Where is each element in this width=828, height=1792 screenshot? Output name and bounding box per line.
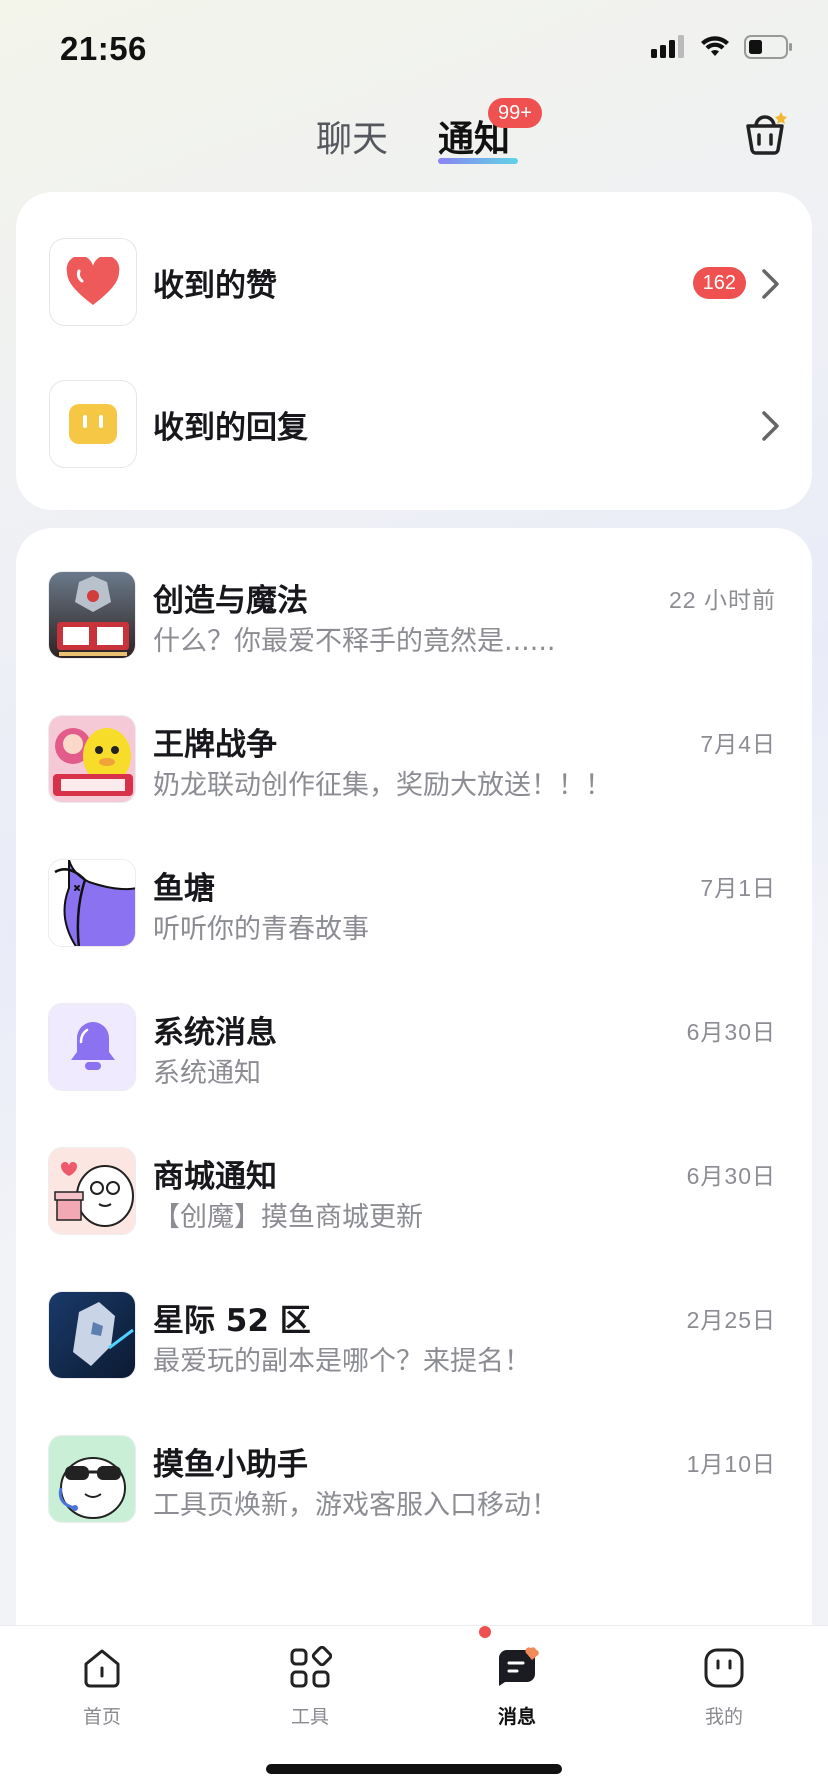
message-time: 2月25日	[686, 1307, 776, 1333]
reply-bubble-icon	[49, 380, 137, 468]
message-title: 摸鱼小助手	[153, 1447, 308, 1483]
nav-home[interactable]: 首页	[42, 1646, 162, 1729]
likes-count-badge: 162	[692, 267, 746, 299]
status-time: 21:56	[60, 30, 147, 67]
creation-magic-game-icon	[48, 571, 136, 659]
message-item-assistant[interactable]: 摸鱼小助手 工具页焕新，游戏客服入口移动！ 1月10日	[16, 1435, 812, 1531]
message-time: 7月1日	[700, 875, 776, 901]
nav-profile[interactable]: 我的	[664, 1646, 784, 1729]
message-preview: 【创魔】摸鱼商城更新	[153, 1202, 423, 1233]
message-time: 6月30日	[686, 1163, 776, 1189]
message-preview: 最爱玩的副本是哪个？来提名！	[153, 1346, 531, 1377]
fish-pond-icon	[48, 859, 136, 947]
nav-profile-label: 我的	[704, 1706, 743, 1728]
message-item-mall[interactable]: 商城通知 【创魔】摸鱼商城更新 6月30日	[16, 1147, 812, 1243]
bell-icon	[48, 1003, 136, 1091]
assistant-mascot-icon	[48, 1435, 136, 1523]
chevron-right-icon	[762, 269, 779, 299]
signal-icon	[651, 35, 684, 58]
message-item-system[interactable]: 系统消息 系统通知 6月30日	[16, 1003, 812, 1099]
message-time: 1月10日	[686, 1451, 776, 1477]
battery-icon	[744, 35, 792, 59]
ace-war-game-icon	[48, 715, 136, 803]
message-title: 系统消息	[153, 1015, 277, 1051]
message-preview: 听听你的青春故事	[153, 914, 369, 945]
heart-icon	[49, 238, 137, 326]
nav-tools[interactable]: 工具	[250, 1646, 370, 1729]
shop-basket-icon[interactable]	[740, 108, 790, 158]
nav-home-label: 首页	[82, 1706, 121, 1728]
profile-icon	[704, 1648, 744, 1688]
message-item-star-zone[interactable]: 星际 52 区 最爱玩的副本是哪个？来提名！ 2月25日	[16, 1291, 812, 1387]
message-title: 创造与魔法	[153, 583, 308, 619]
nav-messages[interactable]: 消息	[457, 1646, 577, 1729]
tab-active-underline	[438, 158, 518, 164]
message-title: 王牌战争	[153, 727, 277, 763]
message-title: 商城通知	[153, 1159, 277, 1195]
message-preview: 什么？你最爱不释手的竟然是......	[153, 626, 556, 657]
message-time: 22 小时前	[669, 587, 776, 613]
status-bar: 21:56	[0, 0, 828, 100]
top-nav: 聊天 通知 99+	[0, 96, 828, 176]
wifi-icon	[701, 36, 729, 56]
message-preview: 工具页焕新，游戏客服入口移动！	[153, 1490, 558, 1521]
home-icon	[84, 1649, 120, 1688]
tools-grid-icon	[290, 1646, 332, 1688]
chevron-right-icon	[762, 411, 779, 441]
likes-row[interactable]: 收到的赞 162	[16, 238, 812, 328]
message-icon	[499, 1647, 539, 1686]
message-preview: 奶龙联动创作征集，奖励大放送！！！	[153, 770, 612, 801]
unread-dot	[479, 1626, 491, 1638]
message-time: 6月30日	[686, 1019, 776, 1045]
message-item-fish-pond[interactable]: 鱼塘 听听你的青春故事 7月1日	[16, 859, 812, 955]
message-item-creation-magic[interactable]: 创造与魔法 什么？你最爱不释手的竟然是...... 22 小时前	[16, 571, 812, 667]
message-item-ace-war[interactable]: 王牌战争 奶龙联动创作征集，奖励大放送！！！ 7月4日	[16, 715, 812, 811]
message-preview: 系统通知	[153, 1058, 261, 1089]
star-zone-game-icon	[48, 1291, 136, 1379]
nav-messages-label: 消息	[497, 1706, 536, 1728]
status-icons	[650, 34, 794, 60]
mascot-gift-icon	[48, 1147, 136, 1235]
interaction-card: 收到的赞 162 收到的回复	[16, 192, 812, 510]
replies-label: 收到的回复	[153, 410, 308, 446]
message-title: 星际 52 区	[153, 1303, 311, 1339]
tab-chat[interactable]: 聊天	[316, 110, 388, 162]
message-list: 创造与魔法 什么？你最爱不释手的竟然是...... 22 小时前 王牌战争 奶龙…	[16, 528, 812, 1792]
likes-label: 收到的赞	[153, 268, 277, 304]
message-time: 7月4日	[700, 731, 776, 757]
replies-row[interactable]: 收到的回复	[16, 380, 812, 470]
home-indicator	[266, 1764, 562, 1774]
message-title: 鱼塘	[153, 871, 215, 907]
notify-badge: 99+	[488, 98, 542, 128]
nav-tools-label: 工具	[290, 1706, 329, 1728]
